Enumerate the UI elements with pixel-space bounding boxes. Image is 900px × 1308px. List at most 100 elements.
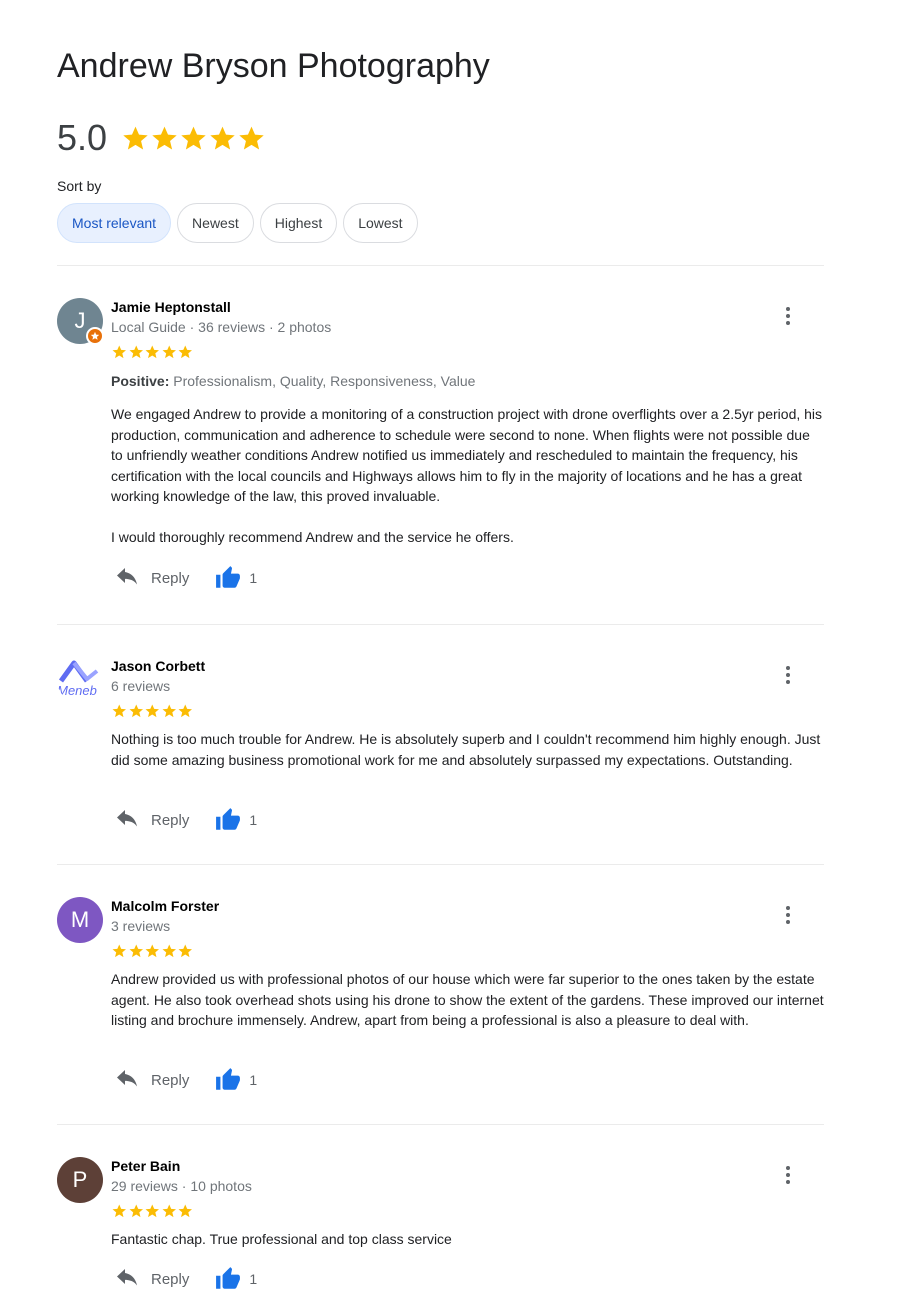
reply-icon xyxy=(117,1070,137,1087)
reviewer-name[interactable]: Malcolm Forster xyxy=(111,897,824,915)
like-button[interactable]: 1 xyxy=(215,807,257,833)
reviewer-name[interactable]: Jamie Heptonstall xyxy=(111,298,824,316)
star-icon xyxy=(145,345,159,359)
divider xyxy=(57,265,824,266)
reply-button[interactable]: Reply xyxy=(111,810,189,830)
review-paragraph: We engaged Andrew to provide a monitorin… xyxy=(111,406,823,504)
like-count: 1 xyxy=(249,1271,258,1287)
company-logo-text: Meneb xyxy=(57,683,97,698)
star-icon xyxy=(162,704,176,718)
star-icon xyxy=(178,704,192,718)
reviewer-meta: 3 reviews xyxy=(111,918,171,934)
star-icon xyxy=(178,345,192,359)
review-text: Andrew provided us with professional pho… xyxy=(111,969,824,1031)
star-icon xyxy=(112,944,126,958)
reply-label: Reply xyxy=(151,811,190,829)
avatar[interactable]: J xyxy=(57,298,104,345)
more-options-icon[interactable] xyxy=(776,1163,800,1187)
review-stars xyxy=(111,703,824,719)
review-body: Jason Corbett 6 reviews Nothing is too m… xyxy=(111,657,824,770)
reviewer-meta: 29 reviews · 10 photos xyxy=(111,1178,252,1194)
avatar[interactable]: Meneb xyxy=(57,657,103,703)
avatar[interactable]: P xyxy=(57,1157,103,1203)
star-icon xyxy=(152,126,177,149)
star-icon xyxy=(112,704,126,718)
thumbs-up-icon xyxy=(216,566,241,588)
sort-options: Most relevant Newest Highest Lowest xyxy=(57,203,418,243)
reply-label: Reply xyxy=(151,1071,190,1089)
thumbs-up-icon xyxy=(216,1068,241,1090)
review-item: P Peter Bain 29 reviews · 10 photos Fant… xyxy=(57,1157,824,1297)
review-item: M Malcolm Forster 3 reviews Andrew provi… xyxy=(57,897,824,1097)
review-paragraph: Nothing is too much trouble for Andrew. … xyxy=(111,731,821,768)
review-actions: Reply 1 xyxy=(111,565,257,591)
review-stars xyxy=(111,1203,824,1219)
review-paragraph: I would thoroughly recommend Andrew and … xyxy=(111,528,514,545)
reply-button[interactable]: Reply xyxy=(111,1070,189,1090)
like-button[interactable]: 1 xyxy=(215,1266,257,1292)
reply-button[interactable]: Reply xyxy=(111,568,189,588)
reply-label: Reply xyxy=(151,1270,190,1288)
sort-chip-newest[interactable]: Newest xyxy=(177,203,254,243)
reply-icon xyxy=(117,810,137,827)
reply-button[interactable]: Reply xyxy=(111,1269,189,1289)
like-button[interactable]: 1 xyxy=(215,565,257,591)
star-icon xyxy=(145,1204,159,1218)
review-text: We engaged Andrew to provide a monitorin… xyxy=(111,404,824,547)
review-item: Meneb Jason Corbett 6 reviews Nothing is… xyxy=(57,657,824,837)
star-icon xyxy=(112,1204,126,1218)
star-icon xyxy=(123,126,148,149)
review-positive-attributes: Positive: Professionalism, Quality, Resp… xyxy=(111,372,824,390)
star-icon xyxy=(162,345,176,359)
review-body: Jamie Heptonstall Local Guide · 36 revie… xyxy=(111,298,824,547)
reviewer-name[interactable]: Peter Bain xyxy=(111,1157,824,1175)
avatar-letter: J xyxy=(74,308,86,333)
like-count: 1 xyxy=(249,570,258,586)
star-icon xyxy=(129,1204,143,1218)
positive-text: Professionalism, Quality, Responsiveness… xyxy=(169,373,476,389)
review-stars xyxy=(111,344,824,360)
thumbs-up-icon xyxy=(216,1267,241,1289)
more-options-icon[interactable] xyxy=(776,663,800,687)
star-icon xyxy=(129,345,143,359)
star-icon xyxy=(162,1204,176,1218)
review-paragraph: Fantastic chap. True professional and to… xyxy=(111,1231,452,1247)
more-options-icon[interactable] xyxy=(776,304,800,328)
avatar[interactable]: M xyxy=(57,897,103,943)
avatar-letter: M xyxy=(70,907,90,932)
rating-stars xyxy=(121,124,266,153)
sort-chip-most-relevant[interactable]: Most relevant xyxy=(57,203,172,243)
review-item: J Jamie Heptonstall Local Guide · 36 rev… xyxy=(57,298,824,598)
sort-chip-lowest[interactable]: Lowest xyxy=(343,203,418,243)
star-icon xyxy=(178,1204,192,1218)
star-icon xyxy=(145,704,159,718)
review-actions: Reply 1 xyxy=(111,807,257,833)
star-icon xyxy=(129,944,143,958)
reply-icon xyxy=(117,1269,137,1286)
like-button[interactable]: 1 xyxy=(215,1067,257,1093)
sort-chip-highest[interactable]: Highest xyxy=(259,203,338,243)
like-count: 1 xyxy=(249,812,258,828)
overall-rating: 5.0 xyxy=(57,116,266,160)
star-icon xyxy=(181,126,206,149)
positive-label: Positive: xyxy=(111,373,170,389)
avatar-letter: P xyxy=(72,1167,88,1192)
review-actions: Reply 1 xyxy=(111,1266,257,1292)
divider xyxy=(57,864,824,865)
local-guide-badge-icon xyxy=(86,327,104,345)
sort-by-label: Sort by xyxy=(57,178,102,194)
more-options-icon[interactable] xyxy=(776,903,800,927)
reviewer-name[interactable]: Jason Corbett xyxy=(111,657,824,675)
reviewer-meta: 6 reviews xyxy=(111,678,171,694)
review-body: Peter Bain 29 reviews · 10 photos Fantas… xyxy=(111,1157,824,1250)
review-stars xyxy=(111,943,824,959)
review-text: Nothing is too much trouble for Andrew. … xyxy=(111,729,824,770)
star-icon xyxy=(129,704,143,718)
star-icon xyxy=(112,345,126,359)
page-title: Andrew Bryson Photography xyxy=(57,47,490,85)
star-icon xyxy=(162,944,176,958)
thumbs-up-icon xyxy=(216,808,241,830)
review-actions: Reply 1 xyxy=(111,1067,257,1093)
star-icon xyxy=(145,944,159,958)
star-icon xyxy=(210,126,235,149)
